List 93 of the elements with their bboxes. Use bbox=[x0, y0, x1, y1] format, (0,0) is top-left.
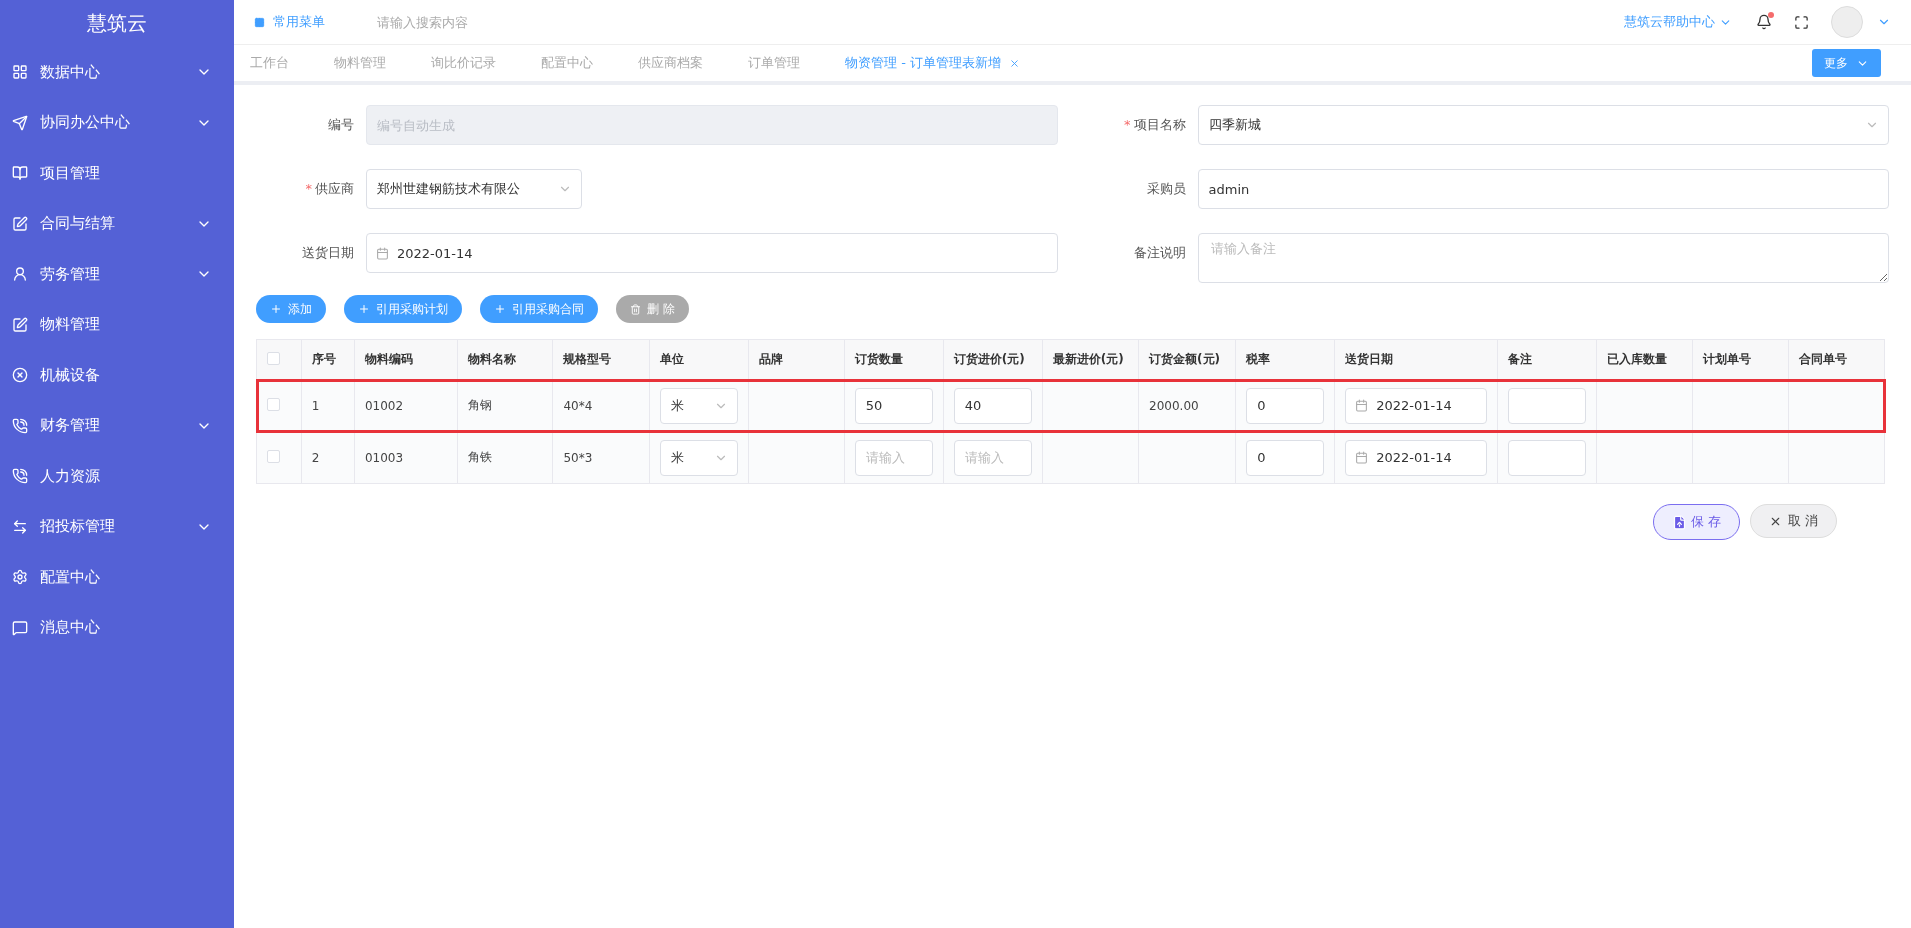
header-cell: 物料名称 bbox=[457, 339, 553, 380]
table-cell: 40*4 bbox=[552, 379, 650, 432]
phone-icon bbox=[12, 468, 28, 485]
select-field[interactable]: 四季新城 bbox=[1197, 105, 1889, 145]
table-cell: 01002 bbox=[354, 379, 457, 432]
cell-input[interactable] bbox=[1508, 387, 1587, 424]
sidebar-item[interactable]: 劳务管理 bbox=[0, 249, 234, 300]
sidebar-item[interactable]: 物料管理 bbox=[0, 299, 234, 350]
select-field[interactable]: 郑州世建钢筋技术有限公 bbox=[366, 169, 582, 209]
sidebar-item[interactable]: 人力资源 bbox=[0, 451, 234, 502]
sidebar-item[interactable]: 合同与结算 bbox=[0, 198, 234, 249]
save-button[interactable]: 保 存 bbox=[1652, 504, 1740, 540]
header-cell: 品牌 bbox=[748, 339, 845, 380]
add-button[interactable]: 添加 bbox=[256, 295, 326, 323]
sidebar-item[interactable]: 项目管理 bbox=[0, 148, 234, 199]
date-field[interactable]: 2022-01-14 bbox=[1345, 387, 1488, 424]
user-icon bbox=[12, 266, 28, 283]
header-cell: 备注 bbox=[1497, 339, 1597, 380]
header-cell: 合同单号 bbox=[1788, 339, 1885, 380]
field-label: * 供应商 bbox=[304, 180, 355, 198]
sidebar-item[interactable]: 消息中心 bbox=[0, 602, 234, 653]
table-cell: 01003 bbox=[354, 431, 457, 484]
avatar[interactable] bbox=[1831, 6, 1863, 38]
phone-icon bbox=[12, 417, 28, 434]
book-icon bbox=[12, 165, 28, 182]
tab[interactable]: 物资管理 - 订单管理表新增 bbox=[845, 54, 1045, 72]
header-cell: 订货金额(元) bbox=[1138, 339, 1236, 380]
bell-icon[interactable] bbox=[1756, 14, 1772, 30]
plus-icon bbox=[494, 303, 506, 315]
header-cell: 税率 bbox=[1235, 339, 1335, 380]
sidebar-item[interactable]: 机械设备 bbox=[0, 350, 234, 401]
cell-input[interactable]: 40 bbox=[953, 387, 1032, 424]
close-icon[interactable] bbox=[1008, 57, 1020, 69]
header-cell: 订货数量 bbox=[844, 339, 944, 380]
fullscreen-icon[interactable] bbox=[1794, 14, 1809, 30]
more-button[interactable]: 更多 bbox=[1812, 49, 1881, 77]
plus-icon bbox=[358, 303, 370, 315]
cell-input[interactable]: 50 bbox=[854, 387, 933, 424]
menu-link[interactable]: 常用菜单 bbox=[254, 13, 325, 31]
sidebar-item[interactable]: 财务管理 bbox=[0, 400, 234, 451]
sidebar-item[interactable]: 数据中心 bbox=[0, 47, 234, 98]
field-label: 备注说明 bbox=[1132, 244, 1187, 262]
cell-input[interactable]: 0 bbox=[1246, 439, 1325, 476]
logo-text: 慧筑云 bbox=[86, 10, 148, 37]
checkbox[interactable] bbox=[267, 351, 280, 365]
cell-input[interactable]: 请输入 bbox=[953, 439, 1032, 476]
header-cell: 序号 bbox=[301, 339, 355, 380]
table-cell: 50*3 bbox=[552, 431, 650, 484]
message-icon bbox=[12, 619, 28, 636]
sidebar-item[interactable]: 配置中心 bbox=[0, 552, 234, 603]
cancel-button[interactable]: 取 消 bbox=[1749, 504, 1837, 538]
table-cell: 角钢 bbox=[457, 379, 553, 432]
sidebar-item[interactable]: 招投标管理 bbox=[0, 501, 234, 552]
checkbox[interactable] bbox=[267, 449, 280, 463]
table-cell: 2000.00 bbox=[1138, 379, 1236, 432]
sidebar-item[interactable]: 协同办公中心 bbox=[0, 97, 234, 148]
edit-icon bbox=[12, 215, 28, 232]
textarea-field[interactable]: 请输入备注 bbox=[1197, 233, 1889, 283]
file-upload-icon bbox=[1671, 514, 1687, 530]
circle-x-icon bbox=[12, 367, 28, 384]
plus-icon bbox=[270, 303, 282, 315]
settings-icon bbox=[12, 569, 28, 586]
cell-input[interactable] bbox=[1508, 439, 1587, 476]
header-cell: 计划单号 bbox=[1692, 339, 1789, 380]
date-field[interactable]: 2022-01-14 bbox=[366, 233, 1058, 273]
send-icon bbox=[12, 114, 28, 131]
header-cell: 送货日期 bbox=[1334, 339, 1498, 380]
field-label: 送货日期 bbox=[301, 244, 355, 262]
header-cell: 最新进价(元) bbox=[1042, 339, 1139, 380]
date-field[interactable]: 2022-01-14 bbox=[1345, 439, 1488, 476]
unit-select[interactable]: 米 bbox=[659, 439, 738, 476]
table-cell: 2 bbox=[301, 431, 355, 484]
input-field[interactable]: admin bbox=[1197, 169, 1889, 209]
cell-input[interactable]: 请输入 bbox=[854, 439, 933, 476]
cell-input[interactable]: 0 bbox=[1246, 387, 1325, 424]
header-cell: 已入库数量 bbox=[1596, 339, 1693, 380]
add-button[interactable]: 引用采购计划 bbox=[344, 295, 462, 323]
header-cell: 单位 bbox=[649, 339, 749, 380]
header-cell: 订货进价(元) bbox=[943, 339, 1043, 380]
table-cell: 角铁 bbox=[457, 431, 553, 484]
checkbox[interactable] bbox=[267, 397, 280, 411]
header-cell: 物料编码 bbox=[354, 339, 457, 380]
trash-icon bbox=[630, 303, 641, 315]
field-label: 编号 bbox=[327, 116, 355, 134]
swap-icon bbox=[12, 518, 28, 535]
unit-select[interactable]: 米 bbox=[659, 387, 738, 424]
table-cell: 1 bbox=[301, 379, 355, 432]
field-label: 采购员 bbox=[1145, 180, 1187, 198]
edit-icon bbox=[12, 316, 28, 333]
field-label: * 项目名称 bbox=[1123, 116, 1187, 134]
add-button[interactable]: 引用采购合同 bbox=[480, 295, 598, 323]
header-cell: 规格型号 bbox=[552, 339, 650, 380]
help-link[interactable]: 慧筑云帮助中心 bbox=[1624, 13, 1732, 31]
